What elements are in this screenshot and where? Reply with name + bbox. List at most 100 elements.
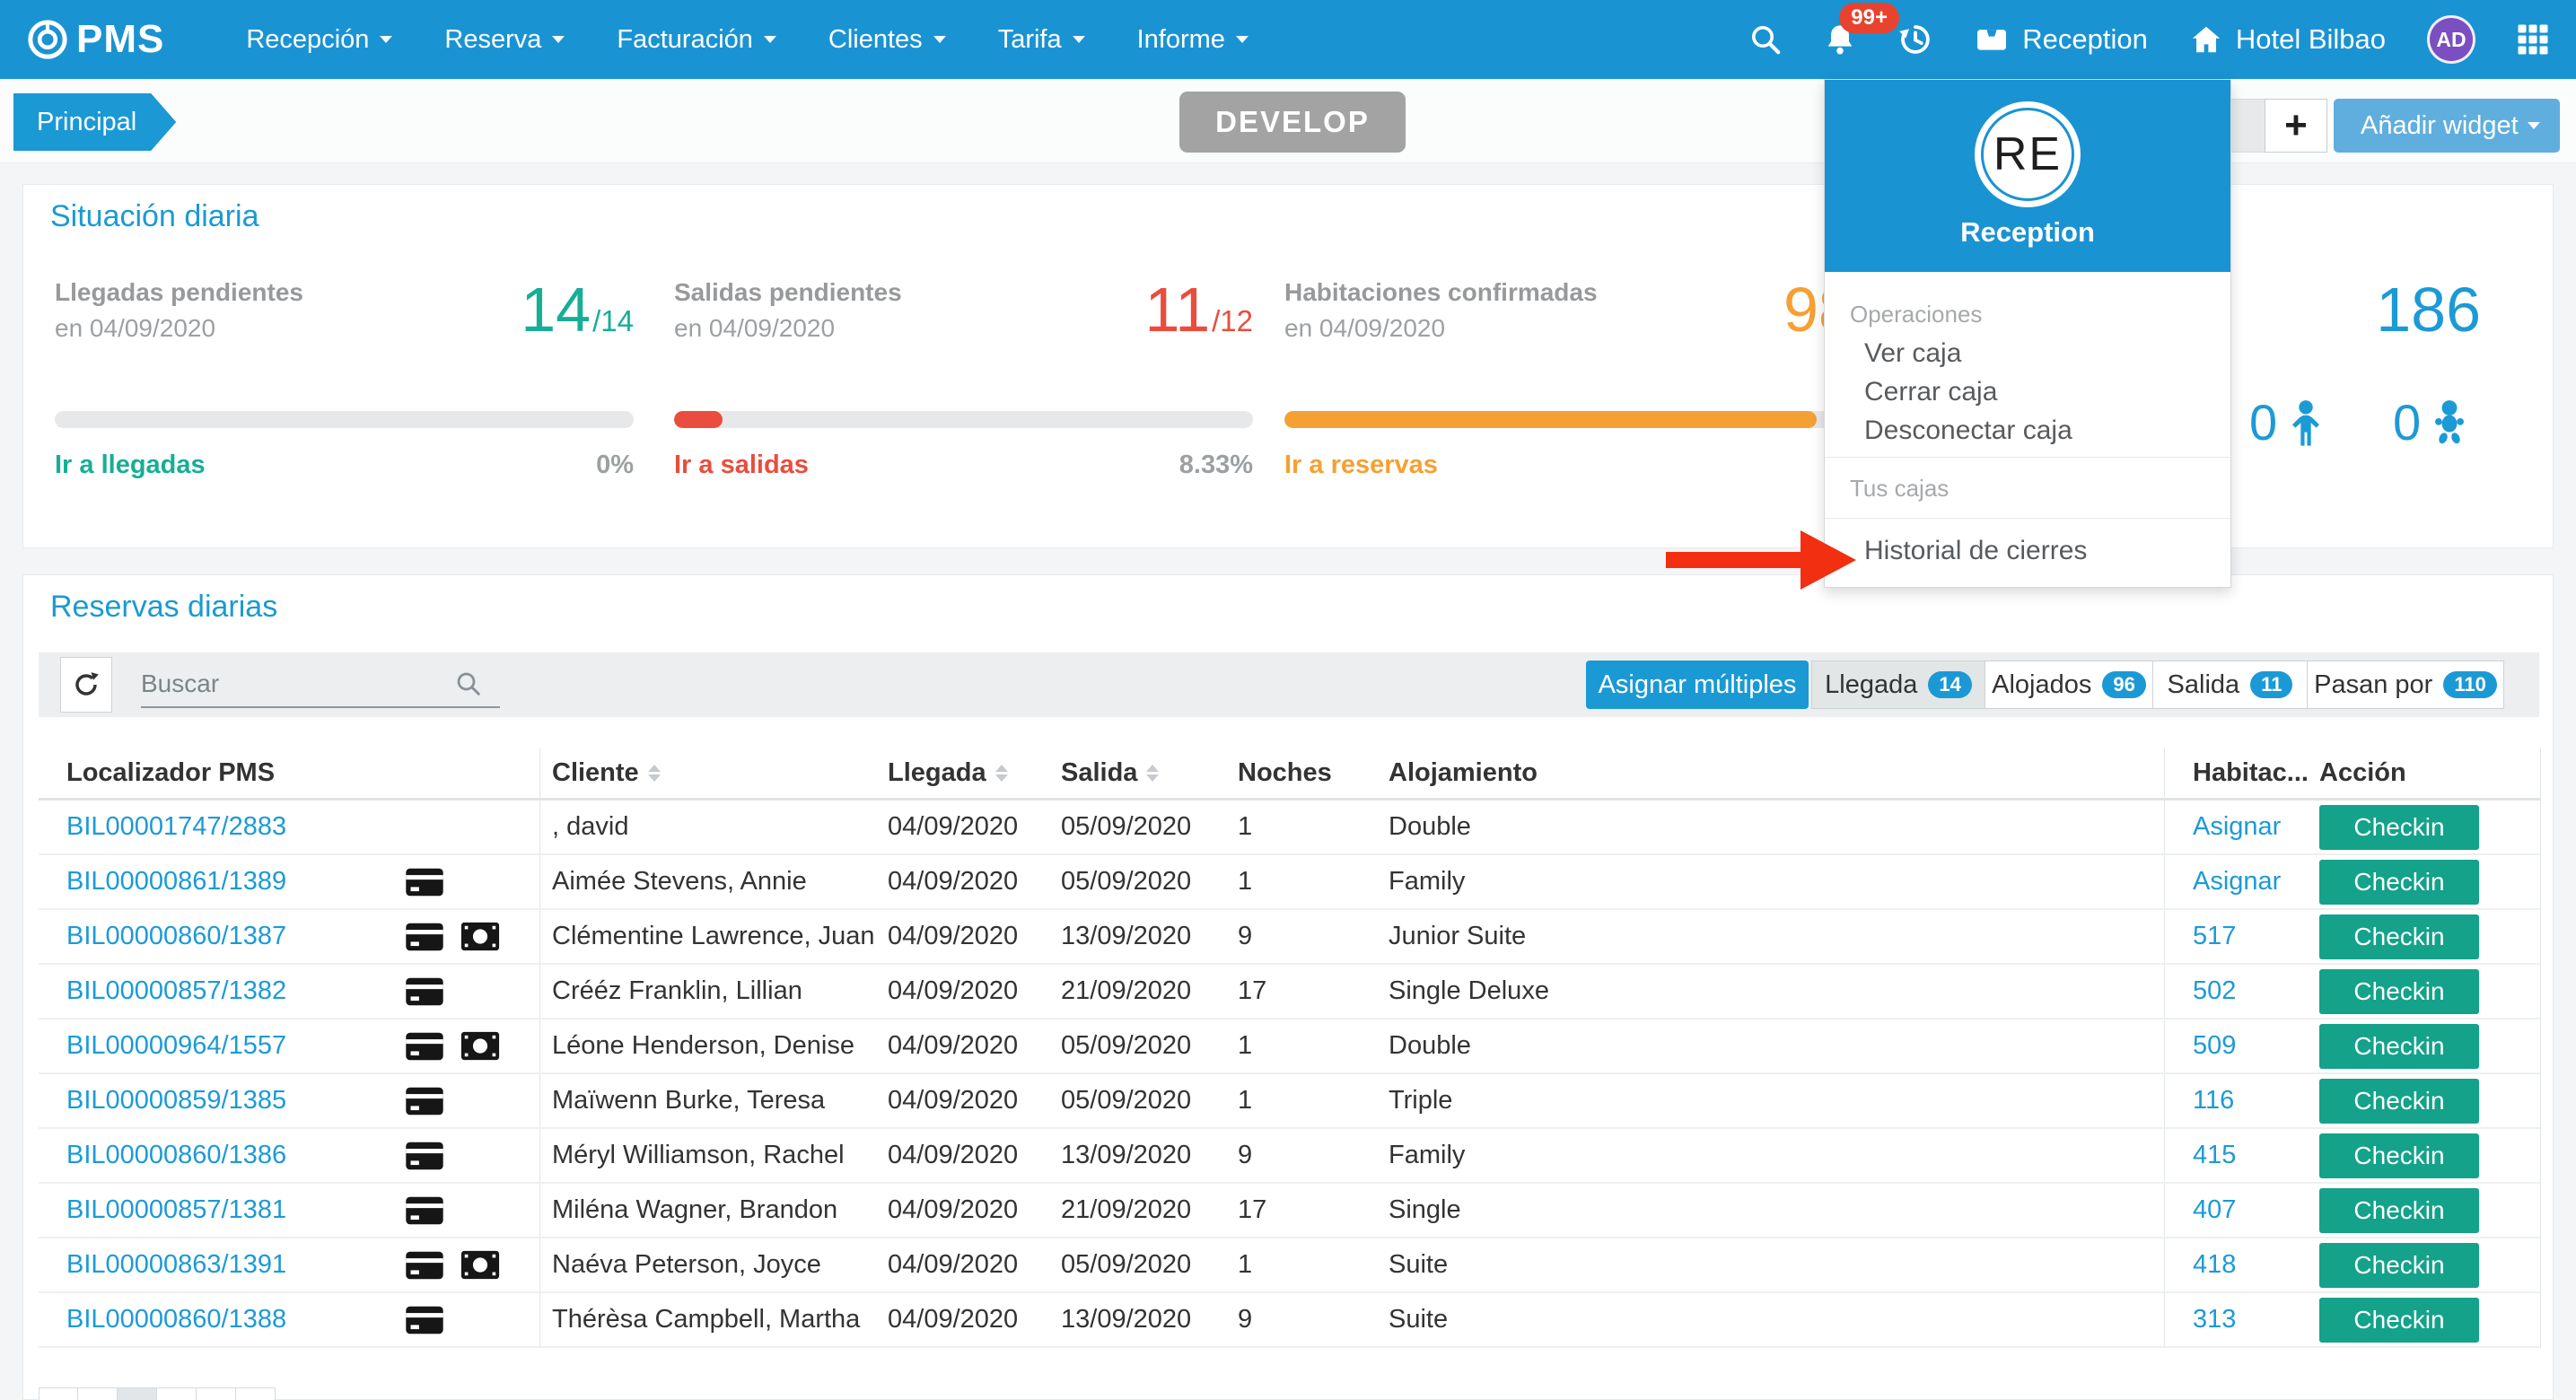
go-to-arrivals-link[interactable]: Ir a llegadas — [55, 451, 206, 480]
page-box[interactable] — [78, 1387, 118, 1400]
notifications-button[interactable]: 99+ — [1823, 22, 1857, 57]
room-link[interactable]: 502 — [2193, 976, 2236, 1006]
locator-link[interactable]: BIL00000964/1557 — [66, 1031, 286, 1061]
filter-salida[interactable]: Salida 11 — [2153, 661, 2308, 709]
checkin-button[interactable]: Checkin — [2319, 1024, 2479, 1069]
go-to-reservations-link[interactable]: Ir a reservas — [1284, 451, 1438, 480]
locator-link[interactable]: BIL00000859/1385 — [66, 1086, 286, 1116]
client-cell: Naéva Peterson, Joyce — [539, 1238, 876, 1291]
menu-reserva[interactable]: Reserva — [418, 0, 591, 79]
table-row: BIL00000859/1385 Maïwenn Burke, Teresa 0… — [39, 1074, 2540, 1129]
user-avatar[interactable]: AD — [2427, 15, 2475, 64]
header-client[interactable]: Cliente — [539, 748, 876, 798]
filter-alojados[interactable]: Alojados 96 — [1985, 661, 2153, 709]
refresh-button[interactable] — [60, 657, 112, 713]
menu-recepcion[interactable]: Recepción — [220, 0, 418, 79]
baby-icon — [2430, 399, 2469, 446]
breadcrumb[interactable]: Principal — [13, 93, 176, 151]
page-box[interactable] — [157, 1387, 197, 1400]
locator-link[interactable]: BIL00000860/1386 — [66, 1141, 286, 1170]
header-nights[interactable]: Noches — [1226, 748, 1377, 798]
checkin-button[interactable]: Checkin — [2319, 914, 2479, 959]
page-box[interactable] — [39, 1387, 78, 1400]
checkin-button[interactable]: Checkin — [2319, 805, 2479, 850]
menu-facturacion[interactable]: Facturación — [591, 0, 802, 79]
nights-cell: 1 — [1226, 1019, 1377, 1072]
locator-cell: BIL00000860/1386 — [39, 1129, 539, 1182]
room-link[interactable]: 418 — [2193, 1250, 2236, 1280]
arrival-cell: 04/09/2020 — [876, 801, 1049, 853]
llegada-count-badge: 14 — [1928, 671, 1971, 698]
chevron-down-icon — [380, 36, 392, 43]
locator-link[interactable]: BIL00001747/2883 — [66, 812, 286, 842]
sort-icon[interactable] — [1146, 765, 1159, 782]
departure-cell: 05/09/2020 — [1049, 1074, 1226, 1127]
history-button[interactable] — [1898, 22, 1932, 57]
pms-logo[interactable]: PMS — [27, 17, 164, 62]
room-link[interactable]: 517 — [2193, 922, 2236, 951]
checkin-button[interactable]: Checkin — [2319, 1298, 2479, 1343]
nights-cell: 17 — [1226, 1184, 1377, 1237]
header-room[interactable]: Habitac... — [2164, 748, 2308, 798]
room-link[interactable]: 313 — [2193, 1305, 2236, 1334]
notification-count-badge: 99+ — [1839, 3, 1899, 33]
add-widget-button[interactable]: Añadir widget — [2334, 99, 2560, 153]
apps-grid-button[interactable] — [2517, 23, 2549, 56]
page-box[interactable] — [118, 1387, 157, 1400]
room-link[interactable]: 415 — [2193, 1141, 2236, 1170]
sort-icon[interactable] — [995, 765, 1008, 782]
checkin-button[interactable]: Checkin — [2319, 1079, 2479, 1124]
room-link[interactable]: 116 — [2193, 1086, 2234, 1116]
menu-informe[interactable]: Informe — [1111, 0, 1275, 79]
checkin-button[interactable]: Checkin — [2319, 1188, 2479, 1233]
pagination — [39, 1387, 276, 1400]
menu-clientes[interactable]: Clientes — [802, 0, 972, 79]
accommodation-cell: Single — [1377, 1184, 2164, 1237]
locator-link[interactable]: BIL00000860/1387 — [66, 922, 286, 951]
accommodation-cell: Suite — [1377, 1293, 2164, 1346]
header-accommodation[interactable]: Alojamiento — [1377, 748, 2164, 798]
cash-register-label: Reception — [2022, 23, 2148, 56]
locator-link[interactable]: BIL00000861/1389 — [66, 867, 286, 897]
chevron-down-icon — [2528, 122, 2540, 129]
environment-badge: DEVELOP — [1179, 92, 1406, 153]
room-link[interactable]: Asignar — [2193, 812, 2281, 842]
hotel-selector-button[interactable]: Hotel Bilbao — [2189, 22, 2386, 57]
locator-cell: BIL00001747/2883 — [39, 801, 539, 853]
add-dashboard-button[interactable]: + — [2265, 99, 2327, 153]
locator-link[interactable]: BIL00000857/1381 — [66, 1195, 286, 1225]
menu-item-ver-caja[interactable]: Ver caja — [1864, 338, 1961, 369]
checkin-button[interactable]: Checkin — [2319, 1243, 2479, 1288]
filter-pasan-por[interactable]: Pasan por 110 — [2308, 661, 2504, 709]
header-action: Acción — [2308, 748, 2541, 798]
checkin-button[interactable]: Checkin — [2319, 1133, 2479, 1178]
search-button[interactable] — [1749, 23, 1782, 56]
cash-register-menu-button[interactable]: Reception — [1974, 22, 2148, 57]
menu-item-desconectar-caja[interactable]: Desconectar caja — [1864, 416, 2072, 446]
header-departure[interactable]: Salida — [1049, 748, 1226, 798]
locator-cell: BIL00000860/1387 — [39, 910, 539, 963]
your-cash-section-label: Tus cajas — [1850, 475, 1949, 503]
page-box[interactable] — [197, 1387, 236, 1400]
locator-link[interactable]: BIL00000857/1382 — [66, 976, 286, 1006]
page-box[interactable] — [236, 1387, 276, 1400]
search-input[interactable] — [141, 669, 455, 698]
header-locator[interactable]: Localizador PMS — [39, 748, 539, 798]
filter-llegada[interactable]: Llegada 14 — [1811, 661, 1985, 709]
room-link[interactable]: Asignar — [2193, 867, 2281, 897]
go-to-departures-link[interactable]: Ir a salidas — [674, 451, 809, 480]
locator-link[interactable]: BIL00000863/1391 — [66, 1250, 286, 1280]
locator-link[interactable]: BIL00000860/1388 — [66, 1305, 286, 1334]
room-link[interactable]: 509 — [2193, 1031, 2236, 1061]
checkin-button[interactable]: Checkin — [2319, 860, 2479, 905]
chevron-down-icon — [552, 36, 565, 43]
sort-icon[interactable] — [648, 765, 661, 782]
menu-tarifa[interactable]: Tarifa — [972, 0, 1111, 79]
room-link[interactable]: 407 — [2193, 1195, 2236, 1225]
assign-multiple-button[interactable]: Asignar múltiples — [1586, 661, 1809, 709]
menu-item-historial-de-cierres[interactable]: Historial de cierres — [1864, 536, 2087, 566]
checkin-button[interactable]: Checkin — [2319, 969, 2479, 1014]
menu-item-cerrar-caja[interactable]: Cerrar caja — [1864, 377, 1997, 407]
header-arrival[interactable]: Llegada — [876, 748, 1049, 798]
nights-cell: 17 — [1226, 965, 1377, 1018]
